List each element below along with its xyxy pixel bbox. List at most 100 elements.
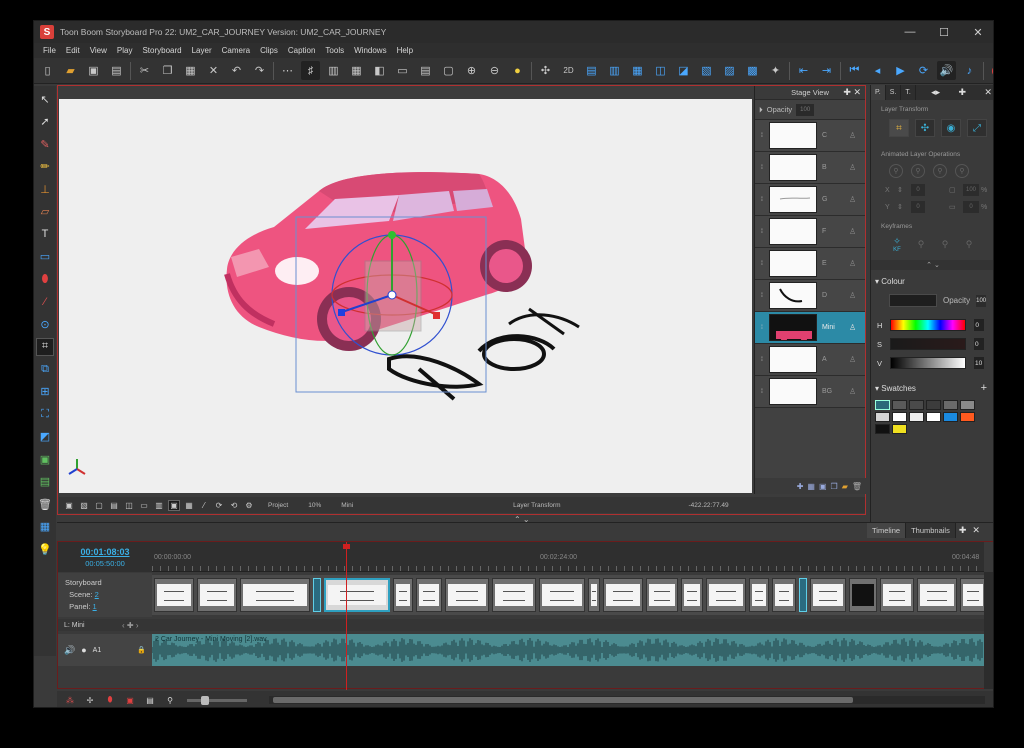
pivot-icon[interactable]: ⚲: [911, 164, 925, 178]
camera-tool-icon[interactable]: ⧉: [36, 360, 54, 378]
reset-transform-icon[interactable]: ⚲: [955, 164, 969, 178]
add-panel-icon[interactable]: ✚ ✕: [843, 87, 861, 98]
split-view-icon[interactable]: ◧: [370, 61, 389, 80]
layer-row-e[interactable]: ⁞ E ♙: [755, 248, 865, 280]
hand-tool-icon[interactable]: ⊙: [36, 315, 54, 333]
camera-view-icon[interactable]: ▣: [63, 500, 75, 511]
stamp-tool-icon[interactable]: ⊥: [36, 180, 54, 198]
add-tab-icon[interactable]: ✚: [956, 525, 970, 536]
storyboard-panel[interactable]: [588, 578, 600, 612]
grid-icon[interactable]: ▤: [108, 500, 120, 511]
layer-row-d[interactable]: ⁞ D ♙: [755, 280, 865, 312]
onion-skin-icon[interactable]: ◫: [123, 500, 135, 511]
storyboard-panel[interactable]: [960, 578, 984, 612]
panel-number[interactable]: 1: [93, 602, 97, 611]
rotate-icon[interactable]: ◉: [941, 119, 961, 137]
next-keyframe-icon[interactable]: ⚲: [961, 236, 977, 252]
x-field[interactable]: 0: [911, 184, 925, 196]
layer-row-bg[interactable]: ⁞ BG ♙: [755, 376, 865, 408]
swatch[interactable]: [875, 400, 890, 410]
lock-icon[interactable]: 🔒: [137, 646, 146, 654]
visibility-icon[interactable]: ♙: [849, 163, 859, 172]
maximize-button[interactable]: ☐: [927, 21, 961, 43]
menu-tools[interactable]: Tools: [320, 46, 349, 55]
insert-panel-icon[interactable]: ▩: [743, 61, 762, 80]
grid-icon[interactable]: ♯: [301, 61, 320, 80]
layer-row-mini[interactable]: ⁞ Mini ♙: [755, 312, 865, 344]
add-track-icon[interactable]: ✢: [83, 694, 97, 706]
menu-caption[interactable]: Caption: [283, 46, 321, 55]
visibility-icon[interactable]: ♙: [849, 227, 859, 236]
pencil-icon[interactable]: ⁄: [198, 500, 210, 511]
storyboard-panel[interactable]: [880, 578, 914, 612]
swatch[interactable]: [909, 412, 924, 422]
previous-frame-icon[interactable]: ◂: [868, 61, 887, 80]
smart-add-icon[interactable]: ▨: [720, 61, 739, 80]
layer-row-g[interactable]: ⁞ G ♙: [755, 184, 865, 216]
layer-grip-icon[interactable]: ⁞: [758, 249, 766, 279]
transform-icon[interactable]: ✣: [536, 61, 555, 80]
storyboard-panel[interactable]: [849, 578, 877, 612]
scene-number[interactable]: 2: [95, 590, 99, 599]
swatch[interactable]: [892, 424, 907, 434]
new-project-icon[interactable]: ▯: [38, 61, 57, 80]
storyboard-panel[interactable]: [445, 578, 489, 612]
playhead[interactable]: [346, 542, 347, 690]
speaker-icon[interactable]: 🔊: [64, 645, 75, 656]
storyboard-panel[interactable]: [539, 578, 585, 612]
swatch[interactable]: [909, 400, 924, 410]
close-tab-icon[interactable]: ✕: [981, 87, 993, 98]
thumbnails-icon[interactable]: ▦: [347, 61, 366, 80]
hue-slider[interactable]: [890, 319, 967, 331]
storyboard-panel[interactable]: [240, 578, 310, 612]
width-field[interactable]: 100: [963, 184, 979, 196]
swatch[interactable]: [926, 400, 941, 410]
add-keyframe-icon[interactable]: ✧ KF: [889, 236, 905, 253]
loop-icon[interactable]: ⟳: [914, 61, 933, 80]
join-panel-icon[interactable]: ◪: [674, 61, 693, 80]
visibility-icon[interactable]: ♙: [849, 259, 859, 268]
layer-transform-tool-icon[interactable]: ⌗: [36, 337, 54, 356]
menu-edit[interactable]: Edit: [61, 46, 85, 55]
layer-row-b[interactable]: ⁞ B ♙: [755, 152, 865, 184]
next-panel-icon[interactable]: ⇥: [817, 61, 836, 80]
zoom-out-icon[interactable]: ⊖: [485, 61, 504, 80]
storyboard-panel[interactable]: [772, 578, 796, 612]
cut-icon[interactable]: ✂: [135, 61, 154, 80]
eraser-tool-icon[interactable]: ▱: [36, 203, 54, 221]
storyboard-panel[interactable]: [492, 578, 536, 612]
storyboard-panel[interactable]: [749, 578, 769, 612]
current-timecode[interactable]: 00:01:08:03: [80, 547, 129, 557]
storyboard-track[interactable]: [152, 575, 984, 615]
menu-help[interactable]: Help: [392, 46, 418, 55]
ease-icon[interactable]: ⚲: [889, 164, 903, 178]
record-audio-icon[interactable]: ⬮: [103, 694, 117, 706]
light-table-icon[interactable]: ▭: [138, 500, 150, 511]
pencil-tool-icon[interactable]: ✏: [36, 158, 54, 176]
saturation-field[interactable]: 0: [974, 338, 985, 350]
perspective-tool-icon[interactable]: ⊞: [36, 383, 54, 401]
menu-camera[interactable]: Camera: [217, 46, 255, 55]
storyboard-panel[interactable]: [646, 578, 678, 612]
reset-icon[interactable]: ⟲: [228, 500, 240, 511]
brush-tool-icon[interactable]: ✎: [36, 135, 54, 153]
visibility-icon[interactable]: ♙: [849, 323, 859, 332]
saturation-slider[interactable]: [890, 338, 967, 350]
timeline-vertical-scrollbar[interactable]: [984, 572, 993, 689]
layer-row-c[interactable]: ⁞ C ♙: [755, 120, 865, 152]
move-icon[interactable]: ✣: [915, 119, 935, 137]
record-icon[interactable]: ●: [81, 645, 86, 655]
2d-3d-icon[interactable]: 2D: [559, 61, 578, 80]
storyboard-panel[interactable]: [324, 578, 390, 612]
add-swatch-icon[interactable]: +: [981, 382, 987, 394]
active-view-icon[interactable]: ▣: [168, 499, 180, 511]
open-folder-icon[interactable]: ▰: [61, 61, 80, 80]
record-icon[interactable]: ⬤: [988, 61, 993, 80]
scene-boundary-handle[interactable]: [313, 578, 321, 612]
menu-windows[interactable]: Windows: [349, 46, 391, 55]
menu-storyboard[interactable]: Storyboard: [137, 46, 186, 55]
layer-view-icon[interactable]: ▥: [153, 500, 165, 511]
zoom-icon[interactable]: ⚲: [163, 694, 177, 706]
motion-path-icon[interactable]: ⚲: [933, 164, 947, 178]
menu-layer[interactable]: Layer: [187, 46, 217, 55]
